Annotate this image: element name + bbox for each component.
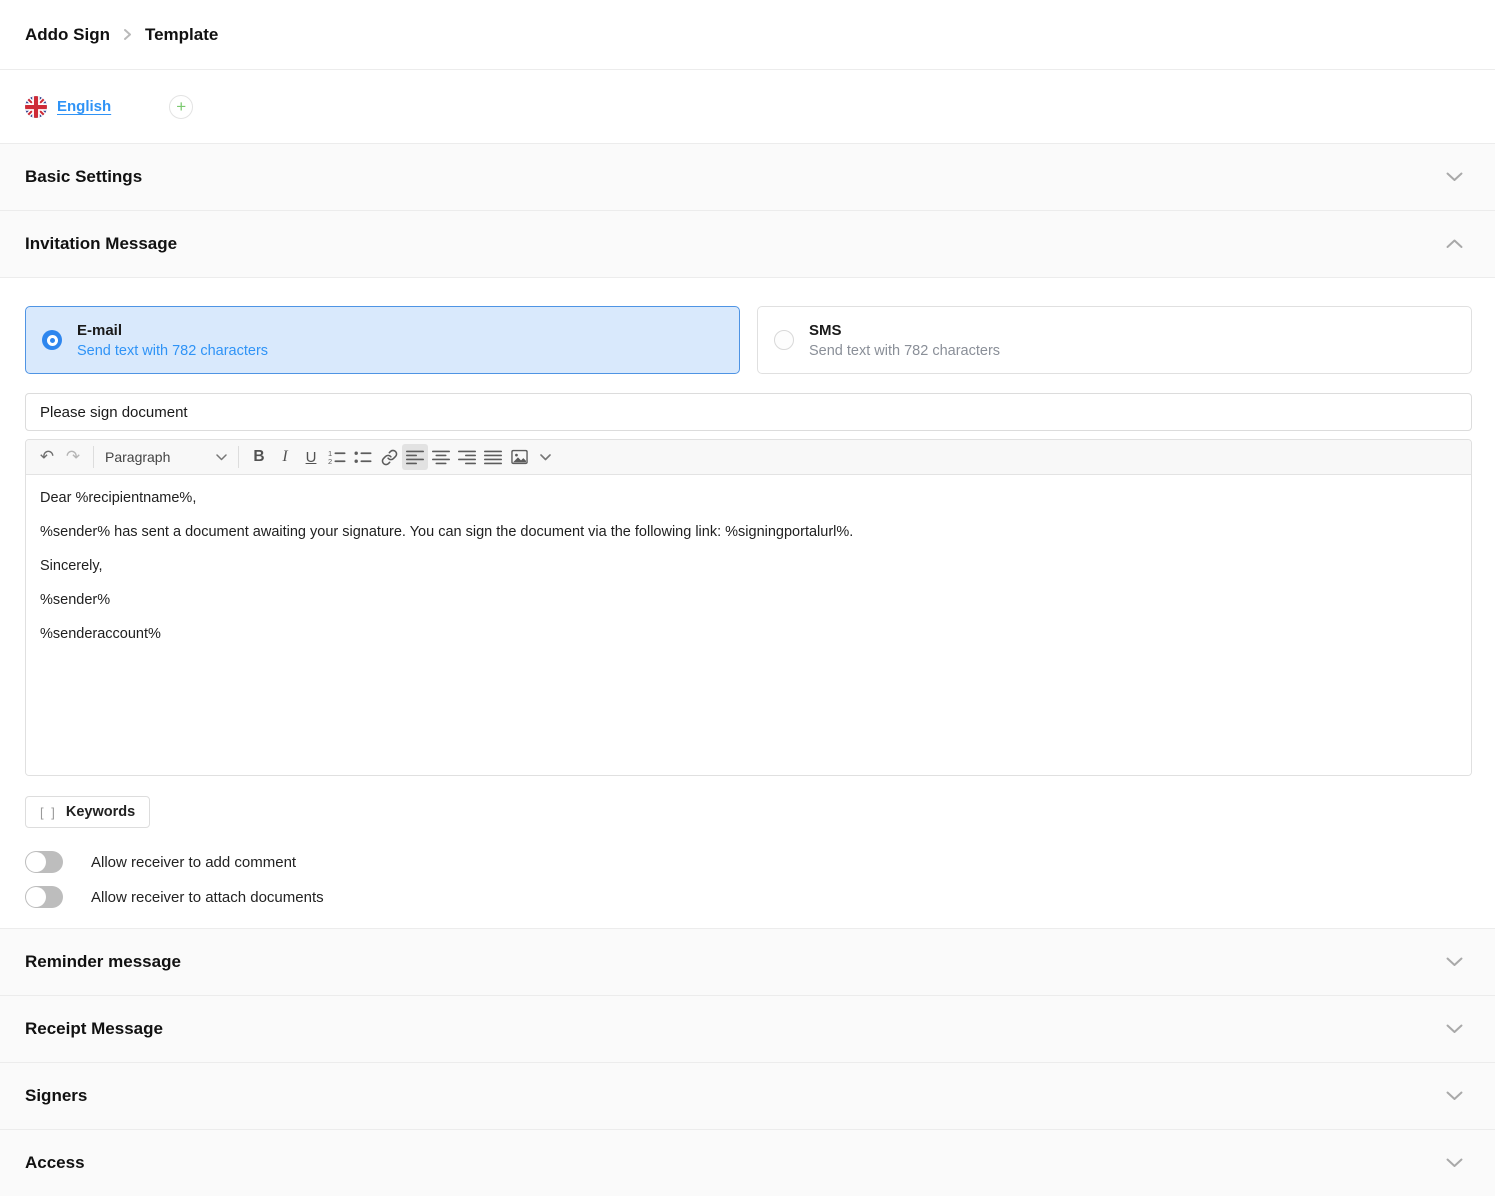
toggle-row-attach-documents: Allow receiver to attach documents	[25, 886, 1472, 908]
section-header-reminder-message[interactable]: Reminder message	[0, 928, 1495, 995]
section-title: Receipt Message	[25, 1019, 163, 1039]
allow-comment-label: Allow receiver to add comment	[91, 854, 296, 871]
chevron-down-icon	[1446, 957, 1463, 967]
email-option-label: E-mail	[77, 322, 268, 339]
underline-button[interactable]: U	[298, 444, 324, 470]
redo-button[interactable]: ↷	[60, 444, 86, 470]
paragraph-format-value: Paragraph	[105, 449, 170, 465]
message-line: %sender%	[40, 593, 1457, 608]
insert-image-button[interactable]	[506, 444, 532, 470]
breadcrumb-page: Template	[145, 25, 218, 45]
message-line: %sender% has sent a document awaiting yo…	[40, 525, 1457, 540]
section-title: Access	[25, 1153, 85, 1173]
language-bar: English +	[0, 70, 1495, 143]
invitation-message-panel: E-mail Send text with 782 characters SMS…	[0, 277, 1495, 928]
message-body-editor[interactable]: Dear %recipientname%, %sender% has sent …	[26, 475, 1471, 775]
language-link[interactable]: English	[57, 98, 111, 115]
ordered-list-icon: 1 2	[328, 449, 347, 465]
message-line: Sincerely,	[40, 559, 1457, 574]
bullet-list-button[interactable]	[350, 444, 376, 470]
bold-button[interactable]: B	[246, 444, 272, 470]
toggle-knob	[26, 887, 46, 907]
align-justify-button[interactable]	[480, 444, 506, 470]
section-title: Signers	[25, 1086, 87, 1106]
section-title: Reminder message	[25, 952, 181, 972]
image-icon	[510, 449, 529, 465]
chevron-down-icon	[1446, 1091, 1463, 1101]
chevron-down-icon	[1446, 1024, 1463, 1034]
sms-option-card[interactable]: SMS Send text with 782 characters	[757, 306, 1472, 374]
align-right-button[interactable]	[454, 444, 480, 470]
brackets-icon: [ ]	[40, 805, 57, 820]
breadcrumb: Addo Sign Template	[0, 0, 1495, 70]
section-header-receipt-message[interactable]: Receipt Message	[0, 995, 1495, 1062]
uk-flag-icon	[25, 96, 47, 118]
align-center-button[interactable]	[428, 444, 454, 470]
toolbar-divider	[93, 446, 94, 468]
svg-text:2: 2	[328, 457, 332, 465]
align-right-icon	[458, 450, 476, 465]
editor-toolbar: ↶ ↷ Paragraph B I U 1 2	[26, 440, 1471, 475]
ordered-list-button[interactable]: 1 2	[324, 444, 350, 470]
chevron-down-icon	[216, 454, 227, 461]
link-icon	[381, 449, 398, 466]
keywords-button[interactable]: [ ] Keywords	[25, 796, 150, 828]
more-toolbar-options-button[interactable]	[532, 444, 558, 470]
align-center-icon	[432, 450, 450, 465]
rich-text-editor: ↶ ↷ Paragraph B I U 1 2	[25, 439, 1472, 776]
channel-selector: E-mail Send text with 782 characters SMS…	[25, 306, 1472, 374]
paragraph-format-select[interactable]: Paragraph	[101, 444, 231, 470]
section-header-invitation-message[interactable]: Invitation Message	[0, 210, 1495, 277]
insert-link-button[interactable]	[376, 444, 402, 470]
toggle-knob	[26, 852, 46, 872]
keywords-button-label: Keywords	[66, 804, 135, 820]
bold-icon: B	[253, 448, 264, 466]
chevron-down-icon	[1446, 172, 1463, 182]
chevron-down-icon	[1446, 1158, 1463, 1168]
radio-selected-icon	[42, 330, 62, 350]
align-justify-icon	[484, 450, 502, 465]
add-language-button[interactable]: +	[169, 95, 193, 119]
section-header-access[interactable]: Access	[0, 1129, 1495, 1196]
align-left-icon	[406, 450, 424, 465]
bullet-list-icon	[354, 449, 373, 465]
toggle-row-add-comment: Allow receiver to add comment	[25, 851, 1472, 873]
undo-icon: ↶	[40, 447, 54, 467]
align-left-button[interactable]	[402, 444, 428, 470]
chevron-up-icon	[1446, 239, 1463, 249]
italic-button[interactable]: I	[272, 444, 298, 470]
sms-option-description: Send text with 782 characters	[809, 343, 1000, 359]
breadcrumb-app[interactable]: Addo Sign	[25, 25, 110, 45]
message-line: %senderaccount%	[40, 627, 1457, 642]
message-line: Dear %recipientname%,	[40, 491, 1457, 506]
undo-button[interactable]: ↶	[34, 444, 60, 470]
email-option-card[interactable]: E-mail Send text with 782 characters	[25, 306, 740, 374]
underline-icon: U	[306, 449, 317, 466]
allow-attach-label: Allow receiver to attach documents	[91, 889, 324, 906]
section-title: Invitation Message	[25, 234, 177, 254]
radio-unselected-icon	[774, 330, 794, 350]
subject-input[interactable]	[25, 393, 1472, 431]
allow-comment-toggle[interactable]	[25, 851, 63, 873]
email-option-description: Send text with 782 characters	[77, 343, 268, 359]
allow-attach-toggle[interactable]	[25, 886, 63, 908]
toolbar-divider	[238, 446, 239, 468]
italic-icon: I	[282, 448, 287, 466]
chevron-right-icon	[123, 28, 132, 41]
section-header-signers[interactable]: Signers	[0, 1062, 1495, 1129]
sms-option-label: SMS	[809, 322, 1000, 339]
section-title: Basic Settings	[25, 167, 142, 187]
plus-icon: +	[176, 98, 186, 115]
section-header-basic-settings[interactable]: Basic Settings	[0, 143, 1495, 210]
redo-icon: ↷	[66, 447, 80, 467]
chevron-down-icon	[540, 454, 551, 461]
